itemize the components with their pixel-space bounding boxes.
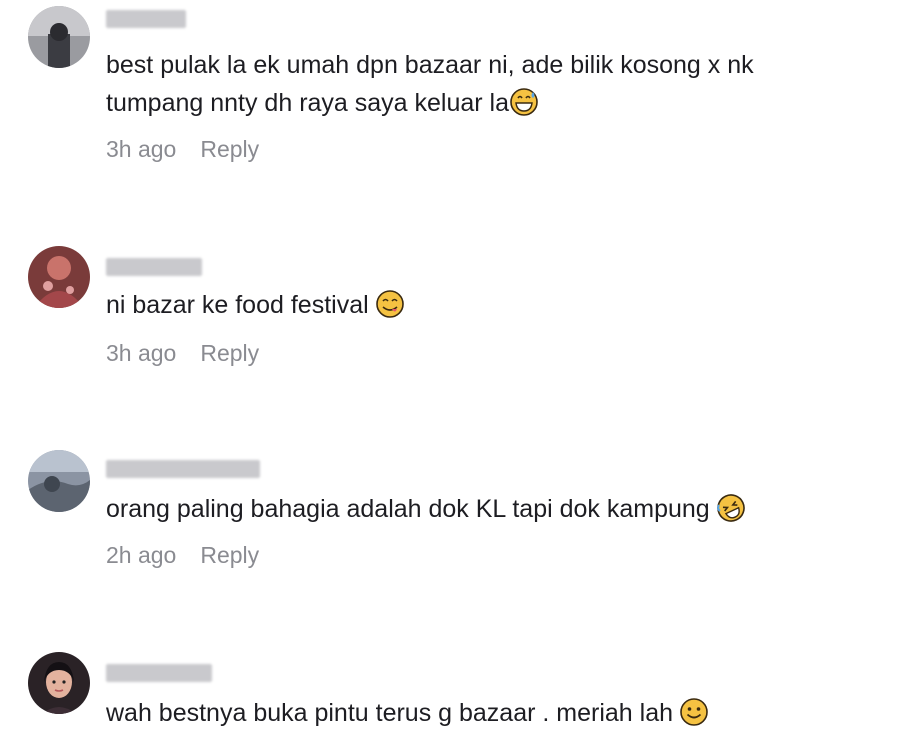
smiling-face-emoji-icon xyxy=(680,698,708,726)
comment-meta: 3h ago Reply xyxy=(106,136,259,163)
timestamp: 3h ago xyxy=(106,136,177,162)
avatar[interactable] xyxy=(28,246,90,308)
comment-meta: 2h ago Reply xyxy=(106,542,259,569)
avatar[interactable] xyxy=(28,6,90,68)
rolling-laughing-emoji-icon xyxy=(716,494,745,522)
username-redacted[interactable] xyxy=(106,258,202,276)
avatar[interactable] xyxy=(28,450,90,512)
reply-button[interactable]: Reply xyxy=(200,542,259,569)
comment-meta: 3h ago Reply xyxy=(106,340,259,367)
grinning-sweat-emoji-icon xyxy=(510,88,538,116)
username-redacted[interactable] xyxy=(106,664,212,682)
yum-face-emoji-icon xyxy=(375,290,404,318)
timestamp: 3h ago xyxy=(106,340,177,366)
username-redacted[interactable] xyxy=(106,10,186,28)
avatar[interactable] xyxy=(28,652,90,714)
comment-text: ni bazar ke food festival xyxy=(106,286,896,324)
comment-text: best pulak la ek umah dpn bazaar ni, ade… xyxy=(106,51,754,117)
comment-text: orang paling bahagia adalah dok KL tapi … xyxy=(106,490,896,528)
username-redacted[interactable] xyxy=(106,460,260,478)
comment-text: wah bestnya buka pintu terus g bazaar . … xyxy=(106,694,896,732)
reply-button[interactable]: Reply xyxy=(200,136,259,163)
timestamp: 2h ago xyxy=(106,542,177,568)
reply-button[interactable]: Reply xyxy=(200,340,259,367)
